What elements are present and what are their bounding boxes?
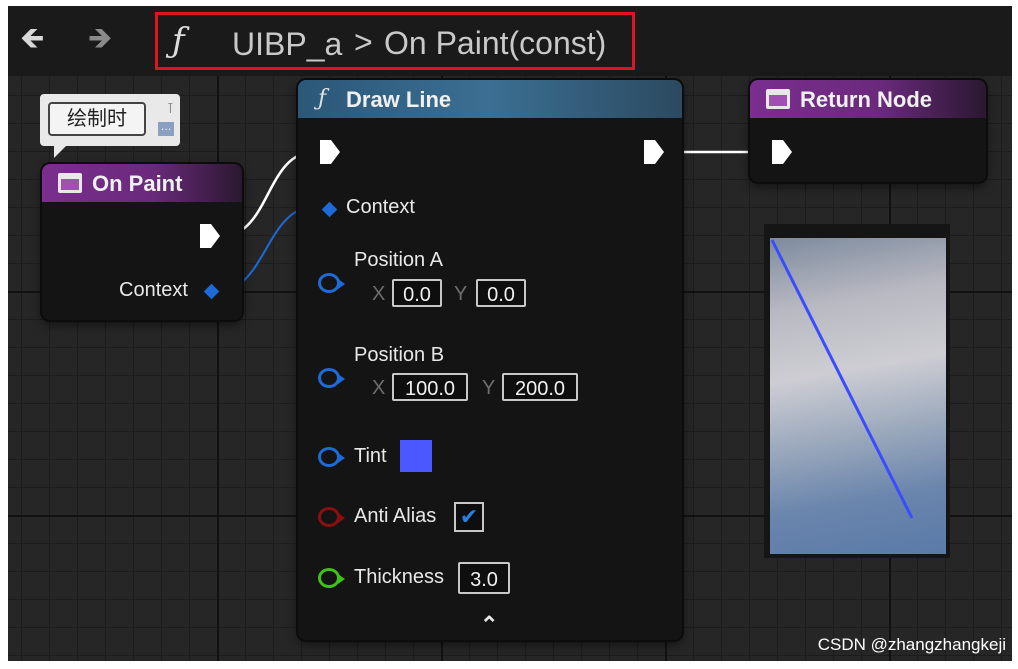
draw-line-node[interactable]: ƒ Draw Line Context Position A X 0.0 Y 0… (298, 80, 682, 640)
exec-out-pin[interactable] (200, 224, 220, 248)
comment-bubble[interactable]: 绘制时 ⊺ … (40, 94, 180, 158)
preview-line (770, 239, 914, 519)
tint-label: Tint (354, 445, 387, 467)
thickness-field[interactable]: 3.0 (458, 562, 510, 594)
return-node[interactable]: Return Node (750, 80, 986, 182)
comment-text: 绘制时 (48, 102, 146, 136)
position-b-y-field[interactable]: 200.0 (502, 373, 578, 401)
position-b-label: Position B (354, 344, 445, 366)
tint-pin[interactable] (318, 447, 345, 467)
watermark: CSDN @zhangzhangkeji (817, 635, 1006, 654)
paint-preview (764, 224, 950, 558)
context-label: Context (119, 279, 188, 301)
position-a-pin[interactable] (318, 273, 345, 293)
position-b-y-label: Y (482, 377, 496, 399)
position-b-x-field[interactable]: 100.0 (392, 373, 468, 401)
node-title: Return Node (800, 87, 932, 112)
on-paint-node[interactable]: On Paint Context (42, 164, 242, 320)
thickness-pin[interactable] (318, 568, 345, 588)
blueprint-editor: 🡸 🡺 ƒ UIBP_a > On Paint(const) 绘制时 ⊺ … O… (8, 6, 1012, 661)
position-a-label: Position A (354, 249, 443, 271)
node-title: On Paint (92, 171, 183, 196)
event-icon (58, 173, 82, 193)
position-a-x-field[interactable]: 0.0 (392, 279, 442, 307)
exec-out-pin[interactable] (644, 140, 664, 164)
pin-icon[interactable]: ⊺ (167, 100, 174, 117)
function-result-icon (766, 89, 790, 109)
position-a-y-field[interactable]: 0.0 (476, 279, 526, 307)
anti-alias-checkbox[interactable]: ✔ (454, 502, 484, 532)
exec-in-pin[interactable] (772, 140, 792, 164)
position-a-y-label: Y (454, 283, 468, 305)
more-icon[interactable]: … (158, 122, 174, 136)
context-pin[interactable] (321, 201, 338, 218)
exec-in-pin[interactable] (320, 140, 340, 164)
anti-alias-pin[interactable] (318, 507, 345, 527)
node-title: Draw Line (346, 87, 452, 112)
context-pin[interactable] (203, 283, 220, 300)
function-icon: ƒ (318, 86, 327, 111)
position-b-x-label: X (372, 377, 386, 399)
anti-alias-label: Anti Alias (354, 505, 437, 527)
tint-color-swatch[interactable] (400, 440, 432, 472)
thickness-label: Thickness (354, 566, 445, 588)
preview-image (770, 238, 946, 554)
position-a-x-label: X (372, 283, 386, 305)
context-label: Context (346, 196, 415, 218)
position-b-pin[interactable] (318, 368, 345, 388)
collapse-chevron-icon[interactable]: ⌃ (480, 612, 498, 638)
